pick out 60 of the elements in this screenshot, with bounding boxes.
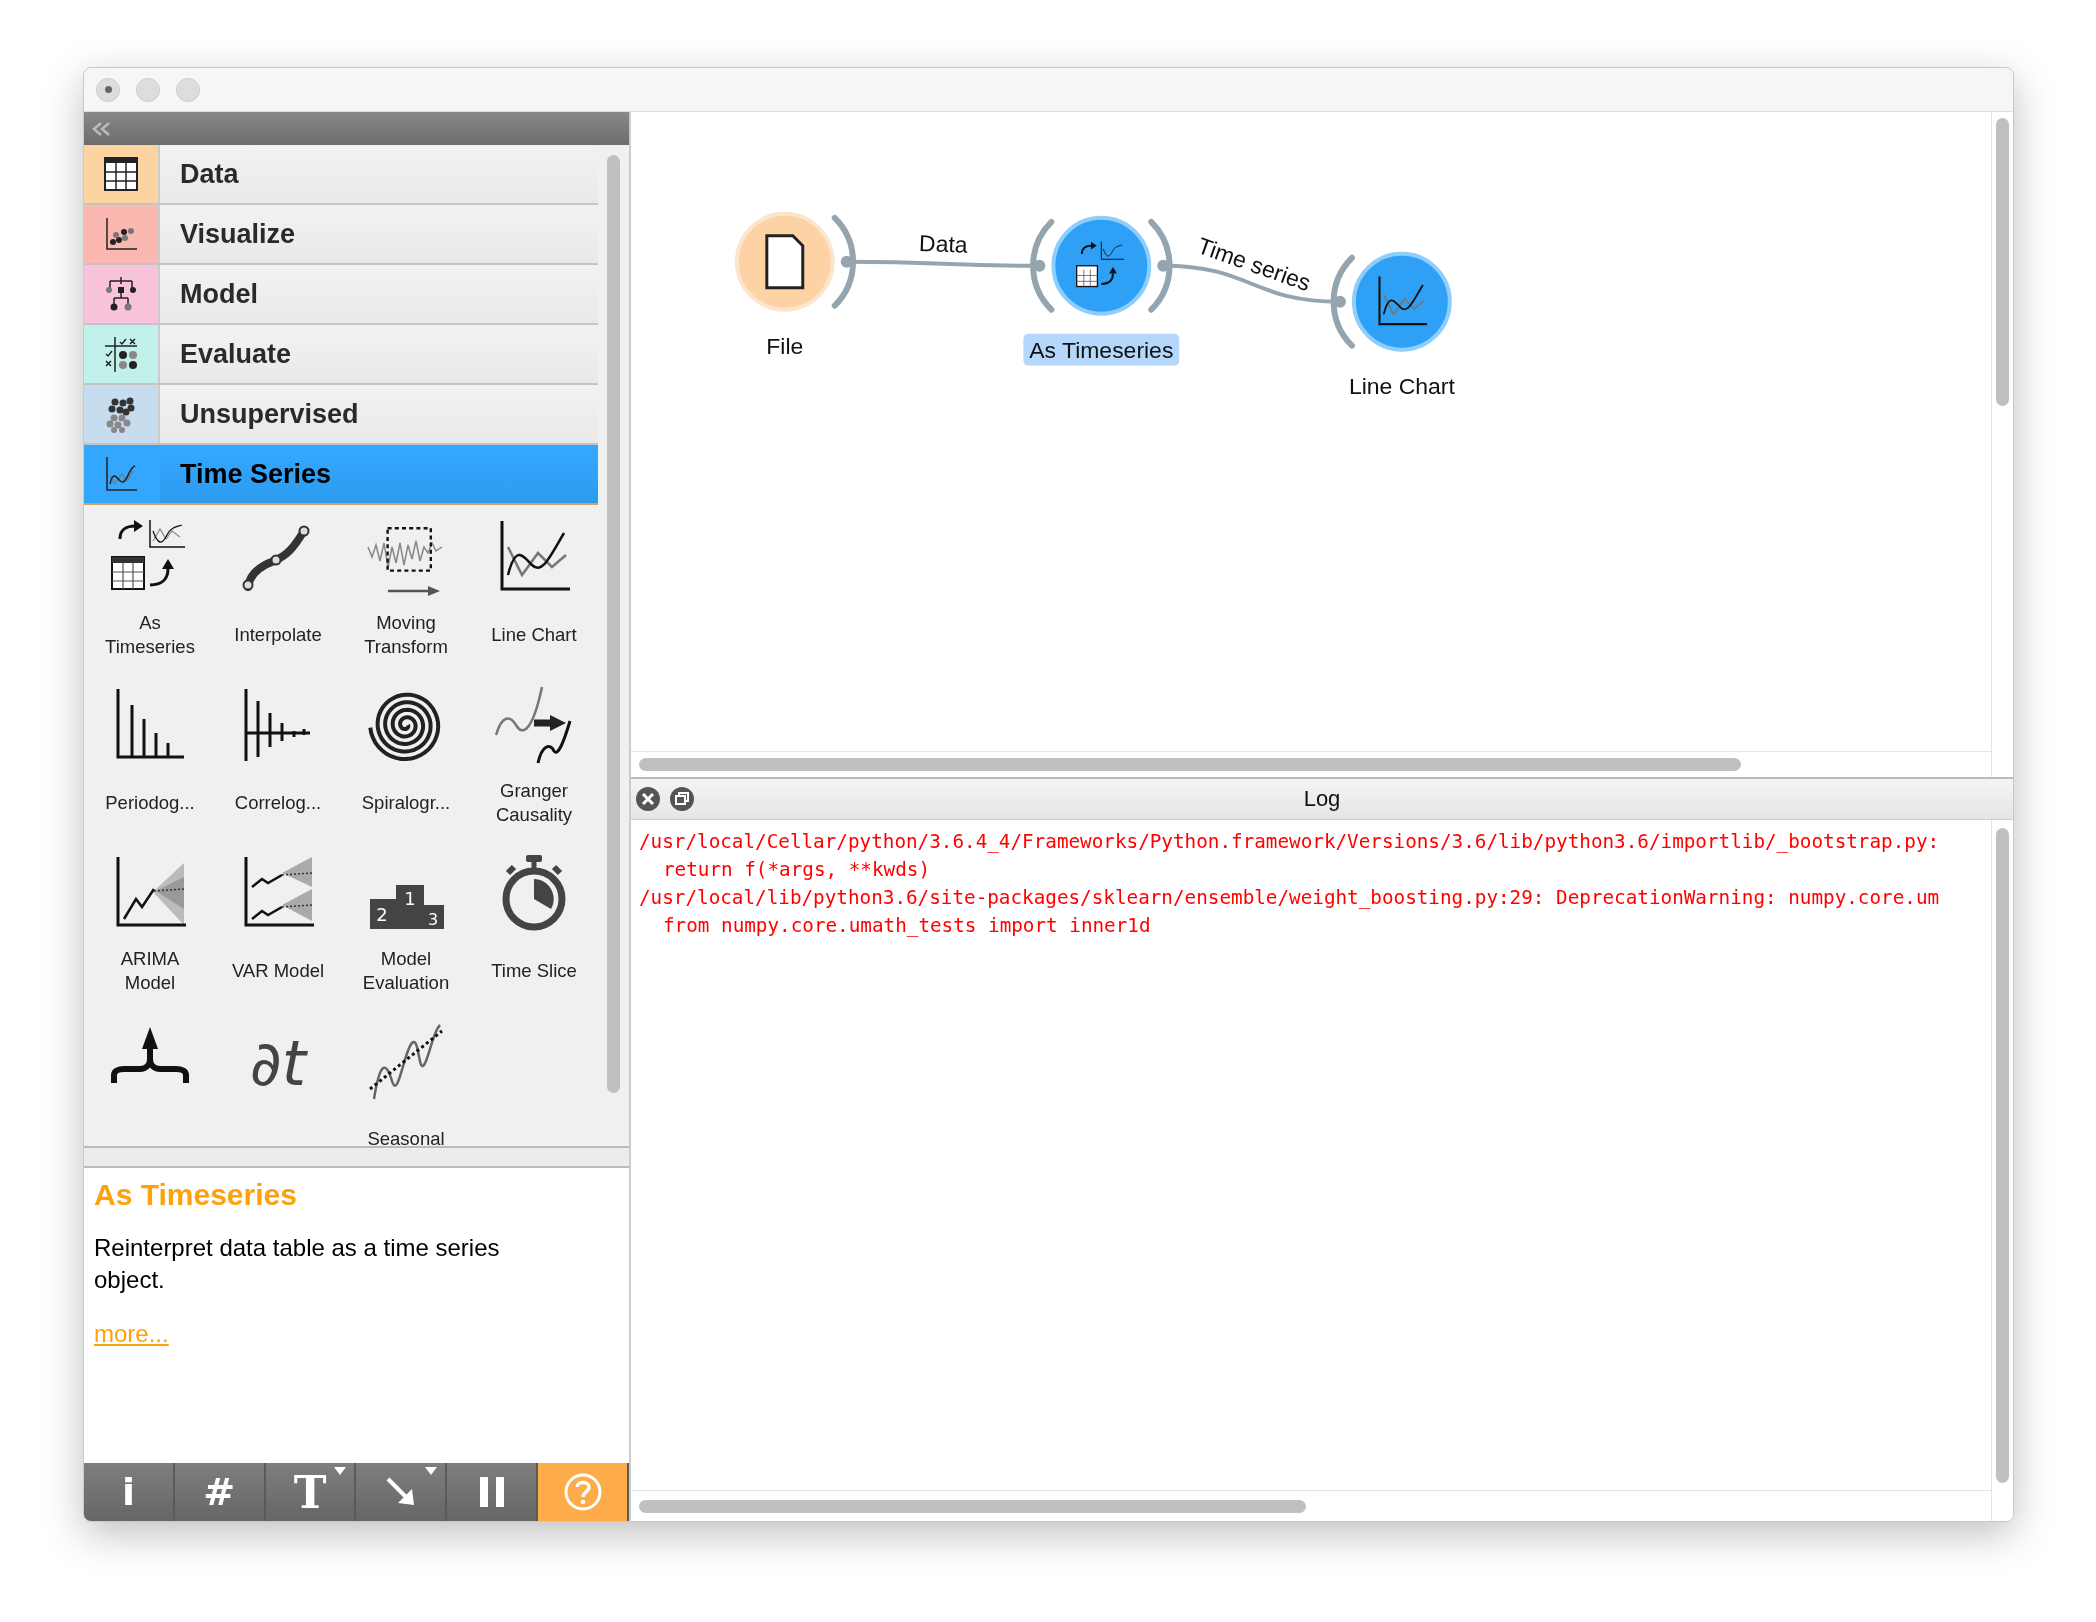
widget-node[interactable] (734, 211, 856, 312)
widget-icon[interactable] (366, 1021, 446, 1101)
float-icon[interactable] (669, 786, 695, 812)
widget-label: Seasonal (366, 1127, 446, 1146)
widget-node[interactable] (1330, 251, 1452, 352)
widget-label: Granger Causality (494, 779, 574, 827)
pause-button[interactable] (447, 1463, 539, 1521)
scrollbar[interactable] (607, 155, 620, 1093)
link-label: Data (918, 229, 968, 258)
category-tab[interactable]: Model (84, 265, 598, 325)
category-tab[interactable]: Data (84, 145, 598, 205)
category-tab[interactable]: Unsupervised (84, 385, 598, 445)
category-label: Model (180, 278, 258, 310)
dropdown-icon (334, 1467, 347, 1475)
arrow-button[interactable] (356, 1463, 448, 1521)
category-label: Unsupervised (180, 398, 359, 430)
widget-node[interactable] (1030, 215, 1173, 316)
log-line: from numpy.core.umath_tests import inner1d (662, 913, 1152, 939)
widget-description: Reinterpret data table as a time series object. (94, 1233, 501, 1295)
category-label: Data (180, 158, 239, 190)
widget-label: Periodog... (104, 791, 196, 815)
log-line: /usr/local/lib/python3.6/site-packages/sklearn/ensemble/weight_boosting.py:29: DeprecationWarning: numpy.core.um (639, 885, 1941, 911)
widget-label: Interpolate (233, 623, 323, 647)
scrollbar[interactable] (639, 1499, 1306, 1513)
widget-label: Time Slice (490, 959, 578, 983)
close-button[interactable] (96, 77, 120, 102)
widget-label: As Timeseries (104, 611, 196, 659)
widget-label: Correlog... (233, 791, 323, 815)
link-label: Time series (1194, 232, 1315, 297)
widget-label: Spiralogr... (360, 791, 452, 815)
widget-label: VAR Model (230, 959, 326, 983)
help-icon (562, 1472, 603, 1512)
text-button[interactable]: T (265, 1463, 357, 1521)
category-label: Visualize (180, 218, 296, 250)
scrollbar[interactable] (1996, 118, 2009, 406)
category-tab[interactable]: Visualize (84, 205, 598, 265)
node-label[interactable]: Line Chart (1348, 372, 1455, 399)
category-tab[interactable]: Time Series (84, 445, 598, 505)
node-label[interactable]: File (766, 332, 804, 359)
scrollbar[interactable] (639, 758, 1741, 771)
widget-title: As Timeseries (94, 1178, 298, 1212)
help-button[interactable] (538, 1463, 629, 1521)
widget-label: Model Evaluation (361, 947, 451, 995)
node-label[interactable]: As Timeseries (1029, 336, 1174, 363)
widget-label: ARIMA Model (119, 947, 181, 995)
panel-title: Log (1303, 786, 1341, 812)
info-button[interactable]: i (84, 1463, 175, 1521)
log-line: /usr/local/Cellar/python/3.6.4_4/Frameworks/Python.framework/Versions/3.6/lib/python3.6/importlib/_bootstrap.py: (639, 829, 1941, 855)
category-label: Evaluate (180, 338, 292, 370)
dropdown-icon (425, 1467, 438, 1475)
widget-label: Line Chart (490, 623, 578, 647)
widget-icon[interactable] (494, 685, 574, 765)
widget-label: Moving Transform (363, 611, 449, 659)
close-icon[interactable] (635, 786, 661, 812)
widget-icon[interactable]: ∂t (238, 1021, 318, 1101)
log-line: return f(*args, **kwds) (662, 857, 931, 883)
category-tab[interactable]: Evaluate (84, 325, 598, 385)
category-label: Time Series (180, 458, 332, 490)
grid-button[interactable]: # (174, 1463, 266, 1521)
scrollbar[interactable] (1996, 828, 2009, 1483)
